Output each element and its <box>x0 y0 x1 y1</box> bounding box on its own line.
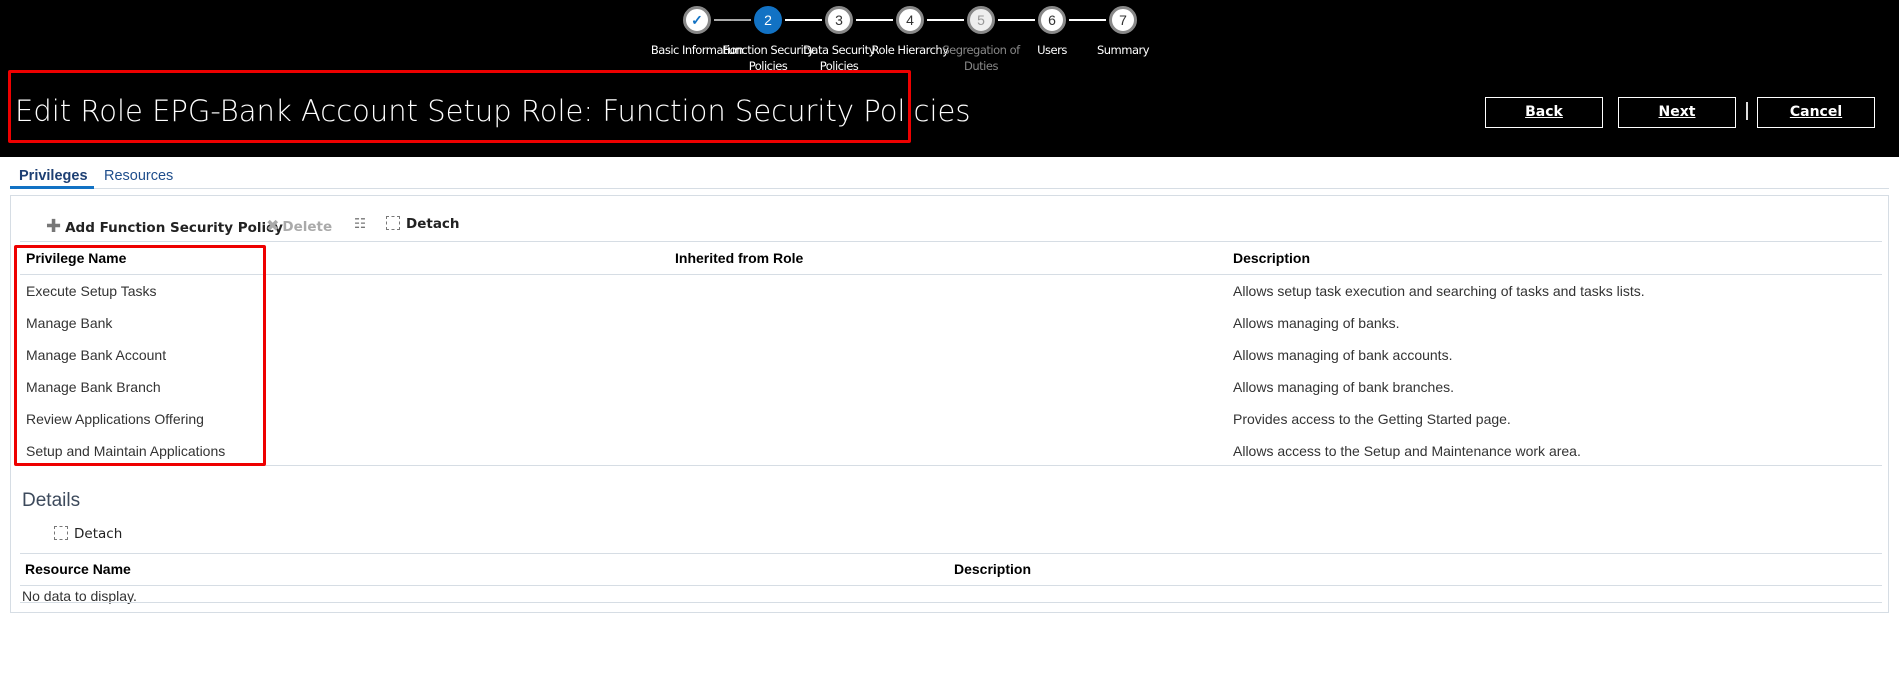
tab-privileges[interactable]: Privileges <box>19 168 88 184</box>
tab-resources[interactable]: Resources <box>104 168 173 184</box>
step-label: Summary <box>1096 43 1150 57</box>
highlight-box-title <box>8 70 911 143</box>
privileges-panel <box>10 195 1889 613</box>
cancel-button[interactable]: Cancel <box>1757 97 1875 128</box>
back-button[interactable]: Back <box>1485 97 1603 128</box>
privilege-description: Allows managing of banks. <box>1233 315 1400 331</box>
details-heading: Details <box>22 490 81 511</box>
step-number-circle: 7 <box>1109 6 1137 34</box>
detach-icon <box>54 526 68 540</box>
plus-icon: ✚ <box>46 216 62 237</box>
details-detach-button[interactable]: Detach <box>54 526 122 542</box>
button-separator <box>1746 102 1748 120</box>
train-step-7[interactable]: 7 Summary <box>1073 6 1173 58</box>
column-header-description[interactable]: Description <box>1233 250 1310 266</box>
privilege-description: Allows access to the Setup and Maintenan… <box>1233 443 1581 459</box>
delete-button[interactable]: ✖ Delete <box>266 216 332 235</box>
step-number-circle: 2 <box>754 6 782 34</box>
query-filter-icon[interactable]: ☷ <box>354 216 366 232</box>
detach-icon <box>386 216 400 230</box>
detach-button[interactable]: Detach <box>386 216 460 232</box>
privilege-description: Allows managing of bank accounts. <box>1233 347 1453 363</box>
selected-tab-indicator <box>10 186 94 189</box>
step-number-circle: ✓ <box>683 6 711 34</box>
privilege-description: Allows setup task execution and searchin… <box>1233 283 1645 299</box>
column-header-inherited[interactable]: Inherited from Role <box>675 250 803 266</box>
next-button[interactable]: Next <box>1618 97 1736 128</box>
step-number-circle: 6 <box>1038 6 1066 34</box>
column-header-resource-name[interactable]: Resource Name <box>25 561 131 577</box>
step-number-circle: 5 <box>967 6 995 34</box>
privilege-description: Provides access to the Getting Started p… <box>1233 411 1511 427</box>
column-header-resource-description[interactable]: Description <box>954 561 1031 577</box>
highlight-box-privileges <box>14 245 266 466</box>
add-policy-button[interactable]: ✚ Add Function Security Policy <box>46 216 283 237</box>
privilege-description: Allows managing of bank branches. <box>1233 379 1455 395</box>
step-number-circle: 3 <box>825 6 853 34</box>
delete-x-icon: ✖ <box>266 216 280 235</box>
step-number-circle: 4 <box>896 6 924 34</box>
